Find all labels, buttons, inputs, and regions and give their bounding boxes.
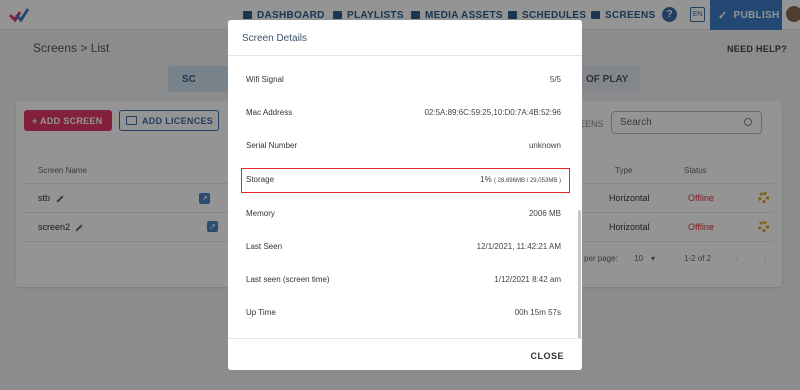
detail-label-storage: Storage: [246, 175, 275, 184]
detail-value-wifi: 5/5: [549, 75, 561, 84]
detail-value-last-seen-screen-time: 1/12/2021 8:42 am: [494, 275, 561, 284]
dialog-title: Screen Details: [242, 33, 308, 44]
detail-value-mac: 02:5A:89:6C:59:25,10:D0:7A:4B:52:96: [424, 108, 561, 117]
screen-details-dialog: Screen Details Wifi Signal 5/5 Mac Addre…: [228, 20, 582, 370]
detail-value-storage: 1% ( 28,696MB / 29,053MB ): [480, 175, 561, 184]
detail-value-serial: unknown: [528, 141, 561, 150]
detail-label-last-seen: Last Seen: [246, 242, 283, 251]
detail-label-serial: Serial Number: [246, 141, 298, 150]
detail-label-memory: Memory: [246, 209, 275, 218]
detail-value-memory: 2006 MB: [528, 209, 561, 218]
dialog-scrollbar[interactable]: [578, 210, 581, 344]
dialog-header: Screen Details: [228, 20, 582, 56]
detail-value-uptime: 00h 15m 57s: [514, 308, 561, 317]
close-button[interactable]: CLOSE: [530, 351, 564, 361]
detail-label-wifi: Wifi Signal: [246, 75, 284, 84]
detail-label-last-seen-screen-time: Last seen (screen time): [246, 275, 330, 284]
detail-value-last-seen: 12/1/2021, 11:42:21 AM: [476, 242, 561, 251]
detail-label-mac: Mac Address: [246, 108, 293, 117]
dialog-footer: CLOSE: [228, 338, 582, 370]
detail-label-uptime: Up Time: [246, 308, 276, 317]
